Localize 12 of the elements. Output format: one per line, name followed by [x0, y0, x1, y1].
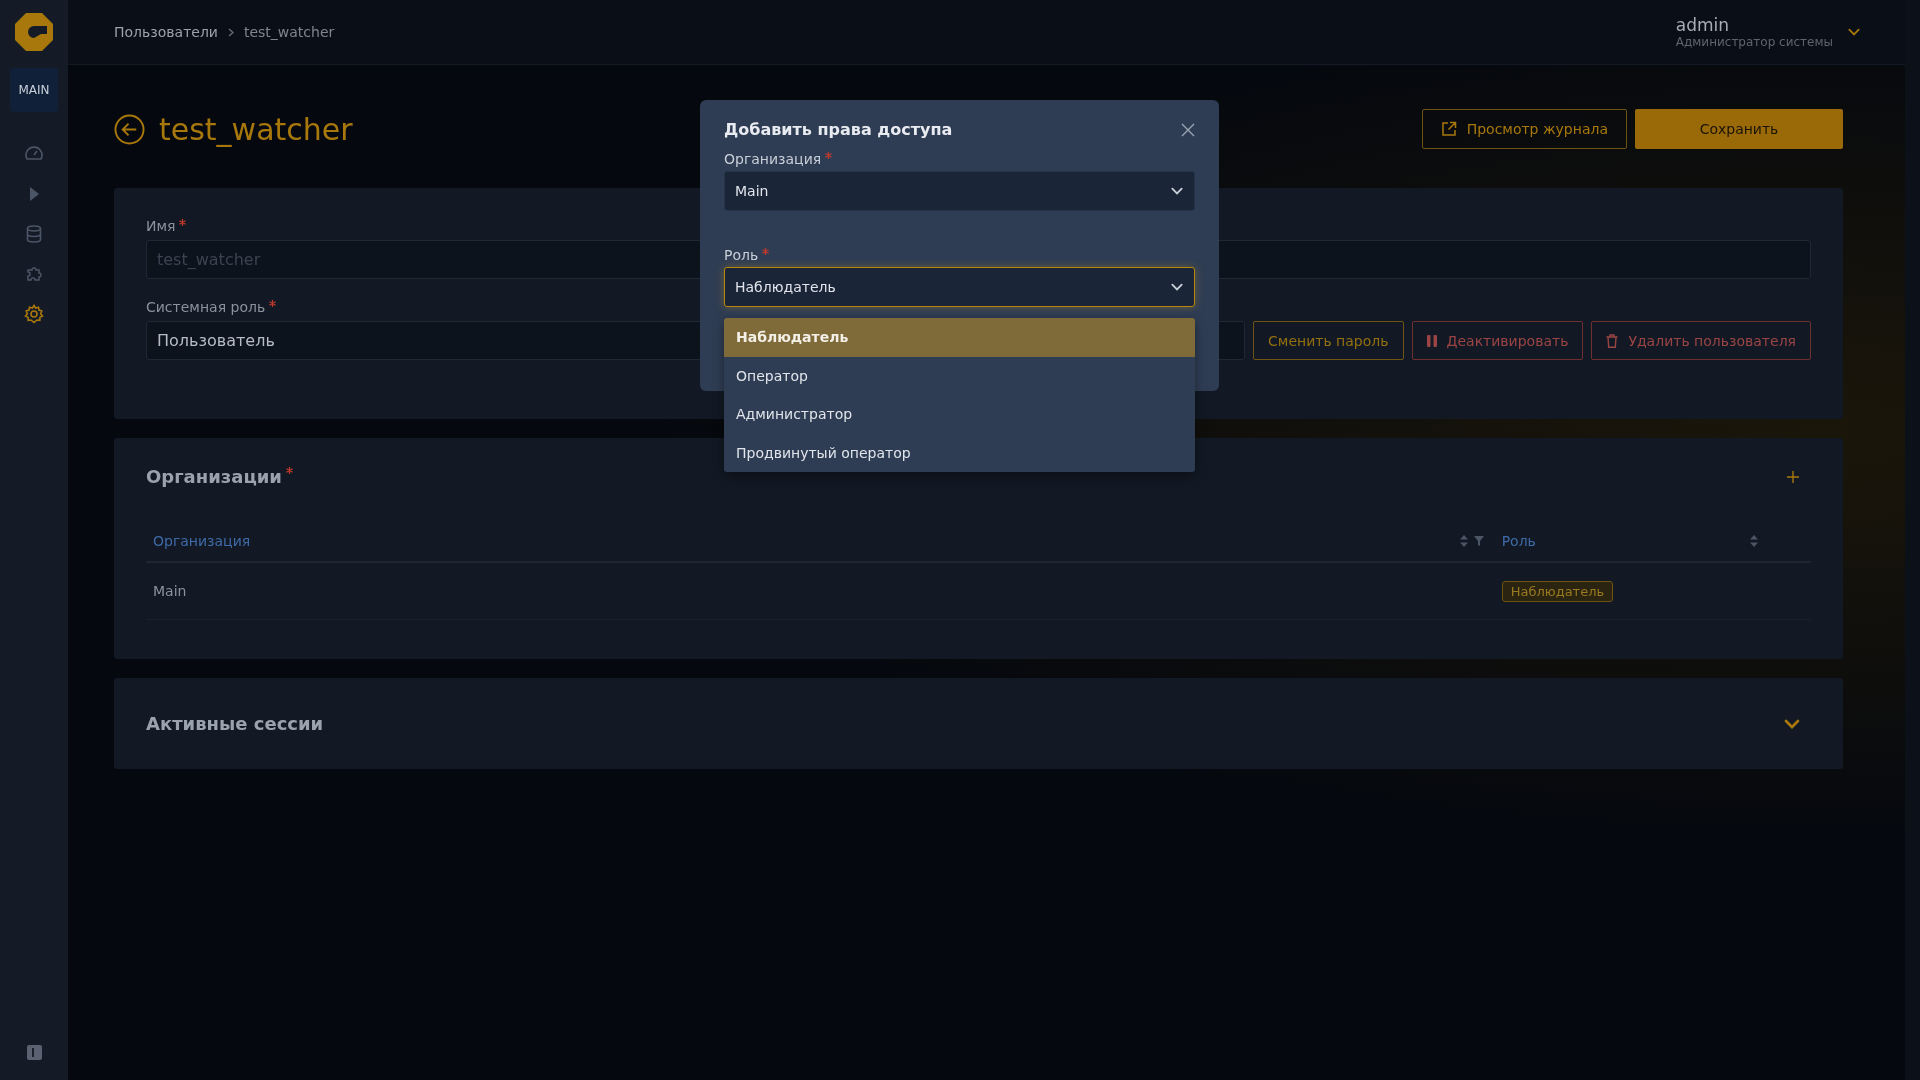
- role-tag: Наблюдатель: [1501, 580, 1614, 602]
- field-label: Системная роль: [146, 299, 277, 315]
- page-title: test_watcher: [159, 111, 353, 147]
- section-title: Организации: [146, 466, 293, 487]
- field-label: Имя: [146, 218, 187, 234]
- section-title: Активные сессии: [146, 713, 324, 734]
- field-label: Роль: [724, 247, 770, 263]
- user-role: Администратор системы: [1675, 35, 1833, 49]
- field-label: Организация: [724, 151, 833, 167]
- dialog-title: Добавить права доступа: [724, 120, 953, 139]
- table-cell: Main: [153, 583, 187, 599]
- user-name: admin: [1675, 15, 1731, 35]
